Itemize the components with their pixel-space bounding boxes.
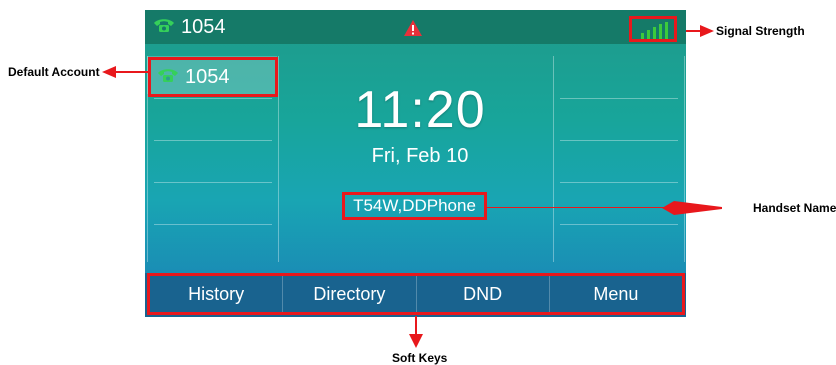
softkey-directory[interactable]: Directory	[283, 276, 417, 312]
callout-default-account: Default Account	[8, 65, 100, 79]
default-account-number: 1054	[185, 65, 230, 88]
soft-keys-arrow-line	[415, 316, 417, 336]
callout-handset-name: Handset Name	[753, 201, 836, 215]
status-bar: 1054	[145, 10, 686, 44]
callout-soft-keys: Soft Keys	[392, 351, 448, 365]
default-account-arrow-line	[114, 71, 148, 73]
handset-name-arrowhead	[662, 201, 722, 215]
signal-strength-indicator	[629, 16, 677, 42]
status-account: 1054	[153, 16, 226, 38]
default-account-key[interactable]: 1054	[148, 57, 278, 97]
softkey-history[interactable]: History	[150, 276, 284, 312]
status-account-number: 1054	[181, 15, 226, 38]
phone-screen: 1054 1054 11:20 Fri, Feb 10 T54W,DDPhone…	[145, 10, 686, 317]
softkey-menu[interactable]: Menu	[550, 276, 682, 312]
callout-signal-strength: Signal Strength	[716, 24, 805, 38]
soft-keys-arrowhead	[409, 334, 423, 348]
handset-name-arrow-line	[487, 207, 672, 208]
right-line-keys	[553, 56, 685, 262]
warning-icon[interactable]	[403, 19, 423, 37]
clock-time: 11:20	[354, 81, 486, 139]
phone-icon	[153, 17, 175, 38]
phone-icon	[157, 67, 179, 88]
softkey-dnd[interactable]: DND	[417, 276, 550, 312]
soft-keys: History Directory DND Menu	[147, 273, 685, 315]
signal-strength-arrowhead	[700, 25, 714, 37]
clock-date: Fri, Feb 10	[371, 145, 469, 167]
handset-name: T54W,DDPhone	[342, 192, 487, 220]
signal-strength-icon	[641, 22, 668, 39]
